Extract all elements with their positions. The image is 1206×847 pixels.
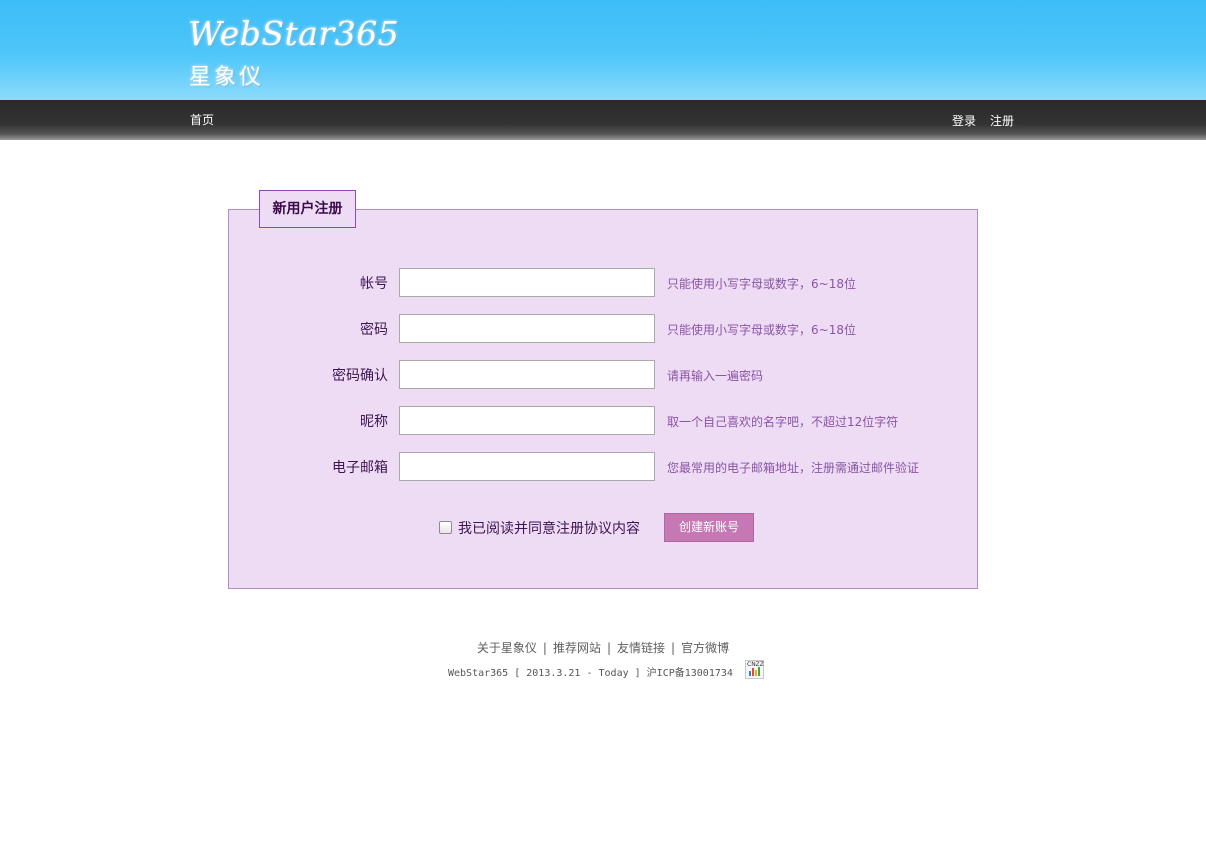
footer-link-weibo[interactable]: 官方微博 — [681, 641, 729, 655]
footer-link-recommended[interactable]: 推荐网站 — [553, 641, 601, 655]
stat-bar-icon — [758, 667, 760, 676]
stat-icon-label: CNZZ — [747, 661, 764, 668]
nav-register-link[interactable]: 注册 — [990, 112, 1014, 129]
nav-login-link[interactable]: 登录 — [952, 112, 976, 129]
stat-bar-icon — [755, 670, 757, 676]
password-confirm-hint: 请再输入一遍密码 — [667, 369, 764, 383]
logo-chinese[interactable]: 星象仪 — [189, 59, 264, 91]
agree-label[interactable]: 我已阅读并同意注册协议内容 — [458, 518, 640, 538]
footer-links: 关于星象仪 | 推荐网站 | 友情链接 | 官方微博 — [0, 639, 1206, 656]
nav-home-link[interactable]: 首页 — [190, 111, 214, 128]
footer-link-friends[interactable]: 友情链接 — [617, 641, 665, 655]
cnzz-stat-icon[interactable]: CNZZ — [745, 660, 764, 679]
account-hint: 只能使用小写字母或数字，6~18位 — [667, 277, 856, 291]
password-label: 密码 — [360, 322, 388, 338]
account-label: 帐号 — [360, 276, 388, 292]
form-legend: 新用户注册 — [259, 190, 356, 228]
nickname-label: 昵称 — [360, 414, 388, 430]
stat-bar-icon — [749, 671, 751, 676]
footer-separator: | — [606, 641, 612, 655]
agree-checkbox[interactable] — [439, 521, 452, 534]
footer-link-about[interactable]: 关于星象仪 — [477, 641, 537, 655]
password-hint: 只能使用小写字母或数字，6~18位 — [667, 323, 856, 337]
nickname-input[interactable] — [399, 406, 655, 435]
email-input[interactable] — [399, 452, 655, 481]
footer-copyright: WebStar365 [ 2013.3.21 - Today ] 沪ICP备13… — [448, 668, 733, 679]
password-confirm-input[interactable] — [399, 360, 655, 389]
footer-separator: | — [542, 641, 547, 655]
email-label: 电子邮箱 — [332, 460, 388, 476]
nav-bar: 首页 登录 注册 — [0, 100, 1206, 140]
create-account-button[interactable]: 创建新账号 — [664, 513, 754, 542]
password-input[interactable] — [399, 314, 655, 343]
site-header: WebStar365 星象仪 — [0, 0, 1206, 100]
nickname-hint: 取一个自己喜欢的名字吧，不超过12位字符 — [667, 415, 899, 429]
password-confirm-label: 密码确认 — [332, 368, 388, 384]
account-input[interactable] — [399, 268, 655, 297]
footer-separator: | — [671, 641, 676, 655]
logo-english[interactable]: WebStar365 — [188, 14, 399, 53]
stat-bar-icon — [752, 668, 754, 676]
email-hint: 您最常用的电子邮箱地址，注册需通过邮件验证 — [667, 461, 920, 475]
